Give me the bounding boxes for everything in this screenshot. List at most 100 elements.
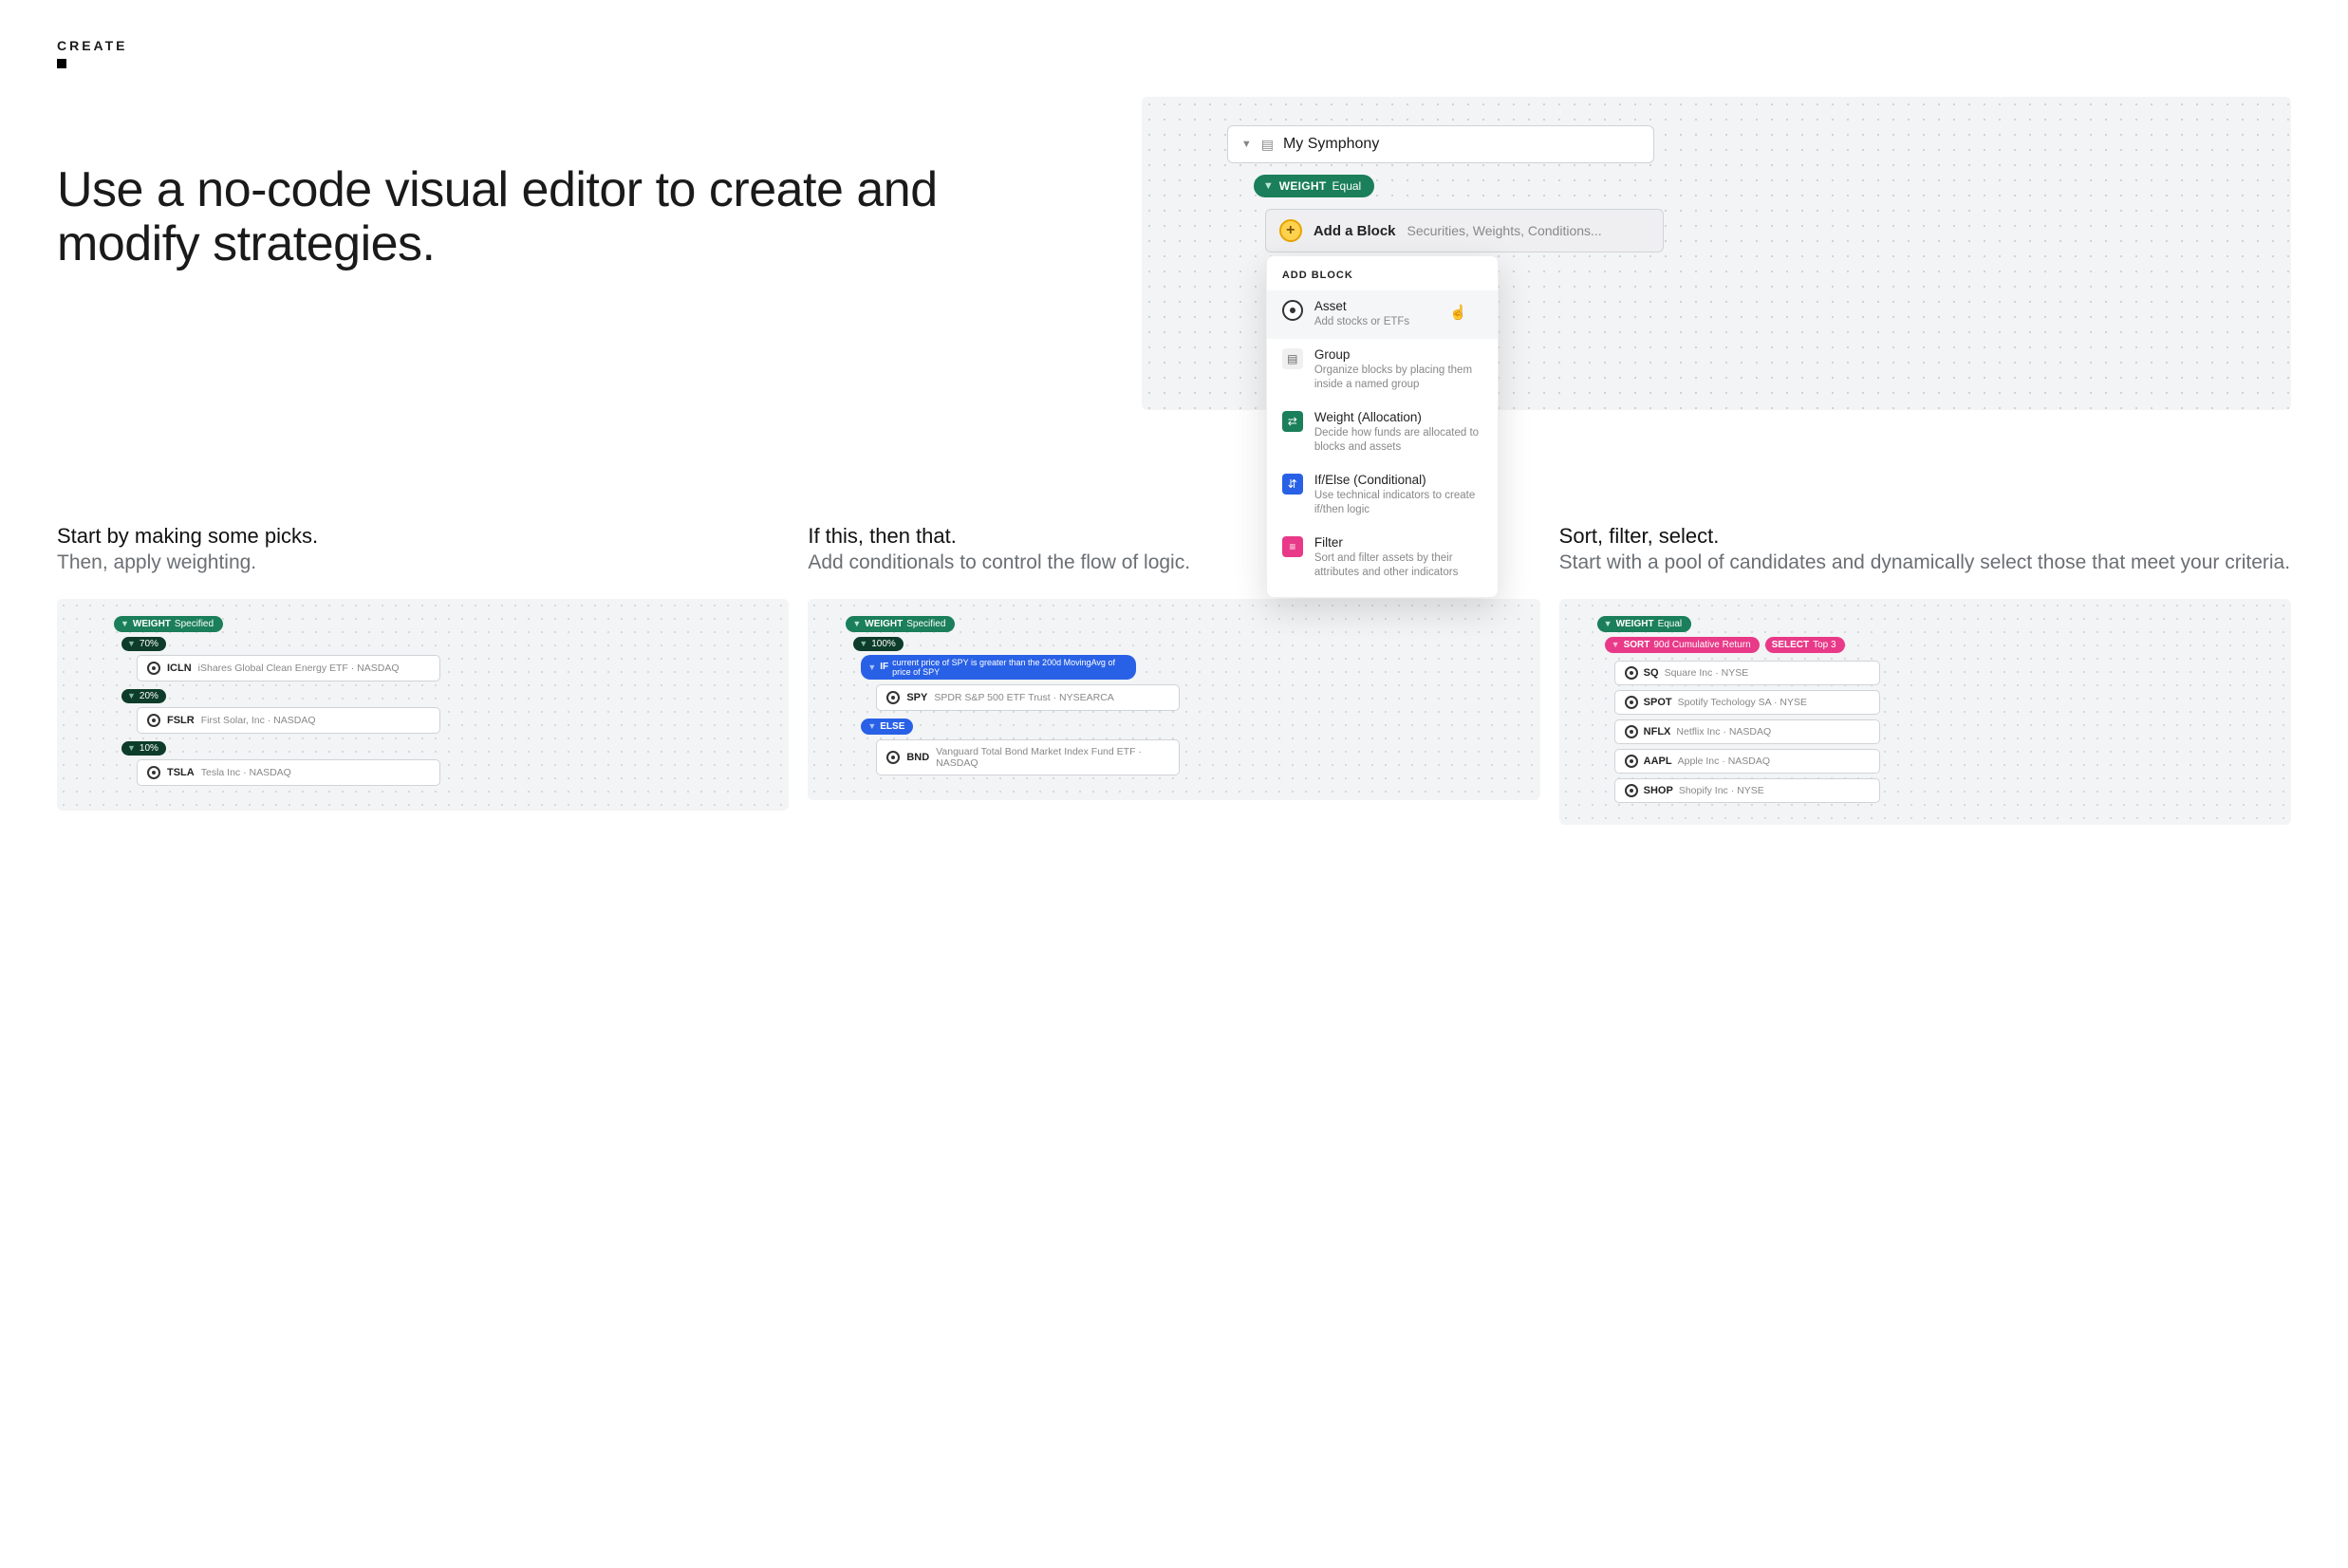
if-pill[interactable]: ▼ IF current price of SPY is greater tha… (861, 655, 1136, 680)
root-node[interactable]: ▼ ▤ My Symphony (1227, 125, 1654, 163)
cursor-icon: ☝ (1449, 304, 1467, 321)
sort-pill[interactable]: ▼ SORT 90d Cumulative Return (1605, 637, 1760, 653)
dd-desc: Sort and filter assets by their attribut… (1314, 551, 1482, 581)
feature-title: Sort, filter, select. (1559, 524, 2291, 549)
asset-icon (1625, 755, 1638, 768)
feature-title: Start by making some picks. (57, 524, 789, 549)
chevron-down-icon: ▼ (1263, 180, 1274, 192)
group-icon: ▤ (1282, 348, 1303, 369)
dropdown-item-asset[interactable]: Asset Add stocks or ETFs ☝ (1267, 290, 1498, 339)
asset-name: iShares Global Clean Energy ETF · NASDAQ (198, 663, 400, 674)
asset-row[interactable]: SHOP Shopify Inc · NYSE (1614, 778, 1880, 803)
mini-canvas: ▼ WEIGHT Equal ▼ SORT 90d Cumulative Ret… (1559, 599, 2291, 825)
chevron-down-icon: ▼ (867, 721, 876, 731)
editor-canvas: ▼ ▤ My Symphony ▼ WEIGHT Equal + Add a B… (1142, 97, 2291, 410)
sort-label: SORT (1624, 640, 1650, 650)
sort-value: 90d Cumulative Return (1653, 640, 1750, 650)
section-square (57, 59, 66, 68)
percent-pill[interactable]: ▼ 10% (121, 741, 166, 756)
chevron-down-icon: ▼ (127, 639, 136, 648)
ticker: NFLX (1644, 726, 1671, 737)
select-label: SELECT (1772, 640, 1809, 650)
weight-pill[interactable]: ▼ WEIGHT Equal (1597, 616, 1692, 632)
weight-pill[interactable]: ▼ WEIGHT Equal (1254, 175, 1374, 197)
asset-row[interactable]: FSLRFirst Solar, Inc · NASDAQ (137, 707, 440, 734)
pct: 100% (871, 639, 896, 649)
weight-label: WEIGHT (865, 619, 903, 629)
weight-pill[interactable]: ▼ WEIGHT Specified (846, 616, 955, 632)
asset-name: Spotify Techology SA · NYSE (1678, 697, 1807, 708)
weight-label: WEIGHT (1616, 619, 1654, 629)
chevron-down-icon: ▼ (127, 691, 136, 700)
asset-name: Netflix Inc · NASDAQ (1676, 726, 1771, 737)
asset-icon (886, 691, 900, 704)
dropdown-item-filter[interactable]: ≡ Filter Sort and filter assets by their… (1267, 527, 1498, 589)
weight-pill[interactable]: ▼ WEIGHT Specified (114, 616, 223, 632)
weight-mode: Specified (175, 619, 214, 629)
dd-desc: Decide how funds are allocated to blocks… (1314, 426, 1482, 456)
weight-mode: Equal (1332, 179, 1362, 193)
asset-name: First Solar, Inc · NASDAQ (201, 715, 316, 726)
filter-icon: ≡ (1282, 536, 1303, 557)
chevron-down-icon: ▼ (1241, 139, 1252, 150)
select-pill[interactable]: SELECT Top 3 (1765, 637, 1845, 653)
mini-canvas: ▼ WEIGHT Specified ▼ 100% ▼ IF current pr… (808, 599, 1539, 800)
asset-row[interactable]: BNDVanguard Total Bond Market Index Fund… (876, 739, 1180, 775)
weight-label: WEIGHT (133, 619, 171, 629)
feature-subtitle: Then, apply weighting. (57, 551, 789, 575)
chevron-down-icon: ▼ (867, 663, 876, 672)
add-block-row[interactable]: + Add a Block Securities, Weights, Condi… (1265, 209, 1664, 252)
section-label: CREATE (57, 38, 2291, 53)
asset-row[interactable]: TSLATesla Inc · NASDAQ (137, 759, 440, 786)
chevron-down-icon: ▼ (1604, 619, 1612, 628)
else-label: ELSE (880, 721, 904, 732)
asset-name: Tesla Inc · NASDAQ (201, 767, 291, 778)
dropdown-item-weight[interactable]: ⇄ Weight (Allocation) Decide how funds a… (1267, 401, 1498, 464)
weight-mode: Equal (1658, 619, 1683, 629)
dd-title: If/Else (Conditional) (1314, 473, 1482, 487)
else-pill[interactable]: ▼ ELSE (861, 719, 913, 735)
asset-icon (1625, 725, 1638, 738)
pct: 70% (140, 639, 158, 649)
asset-name: Shopify Inc · NYSE (1679, 785, 1764, 796)
chevron-down-icon: ▼ (859, 639, 867, 648)
ticker: SPOT (1644, 697, 1672, 708)
add-block-dropdown: ADD BLOCK Asset Add stocks or ETFs ☝ ▤ G… (1266, 255, 1499, 598)
chevron-down-icon: ▼ (1612, 640, 1620, 649)
ticker: SQ (1644, 667, 1659, 679)
asset-name: SPDR S&P 500 ETF Trust · NYSEARCA (934, 692, 1113, 703)
pct: 10% (140, 743, 158, 754)
asset-icon (147, 766, 160, 779)
chevron-down-icon: ▼ (127, 743, 136, 753)
asset-row[interactable]: AAPLApple Inc · NASDAQ (1614, 749, 1880, 774)
add-block-placeholder: Securities, Weights, Conditions... (1407, 223, 1602, 238)
dropdown-item-ifelse[interactable]: ⇵ If/Else (Conditional) Use technical in… (1267, 464, 1498, 527)
asset-row[interactable]: SPY SPDR S&P 500 ETF Trust · NYSEARCA (876, 684, 1180, 711)
feature-picks: Start by making some picks. Then, apply … (57, 524, 789, 825)
percent-pill[interactable]: ▼20% (121, 689, 166, 703)
weight-icon: ⇄ (1282, 411, 1303, 432)
asset-row[interactable]: NFLX Netflix Inc · NASDAQ (1614, 719, 1880, 744)
ticker: SHOP (1644, 785, 1673, 796)
ifelse-icon: ⇵ (1282, 474, 1303, 495)
asset-row[interactable]: SQSquare Inc · NYSE (1614, 661, 1880, 685)
hero-title: Use a no-code visual editor to create an… (57, 163, 1085, 271)
weight-label: WEIGHT (1279, 179, 1327, 193)
feature-filter: Sort, filter, select. Start with a pool … (1559, 524, 2291, 825)
dd-title: Group (1314, 347, 1482, 362)
asset-icon (147, 662, 160, 675)
if-label: IF (880, 662, 888, 672)
asset-icon (886, 751, 900, 764)
plus-icon: + (1279, 219, 1302, 242)
percent-pill[interactable]: ▼ 70% (121, 637, 166, 651)
chevron-down-icon: ▼ (852, 619, 861, 628)
asset-row[interactable]: SPOT Spotify Techology SA · NYSE (1614, 690, 1880, 715)
percent-pill[interactable]: ▼ 100% (853, 637, 904, 651)
asset-name: Vanguard Total Bond Market Index Fund ET… (936, 746, 1169, 769)
dropdown-item-group[interactable]: ▤ Group Organize blocks by placing them … (1267, 339, 1498, 401)
root-name: My Symphony (1283, 136, 1379, 153)
ticker: SPY (906, 692, 927, 703)
asset-icon (147, 714, 160, 727)
asset-row[interactable]: ICLNiShares Global Clean Energy ETF · NA… (137, 655, 440, 681)
asset-icon (1282, 300, 1303, 321)
